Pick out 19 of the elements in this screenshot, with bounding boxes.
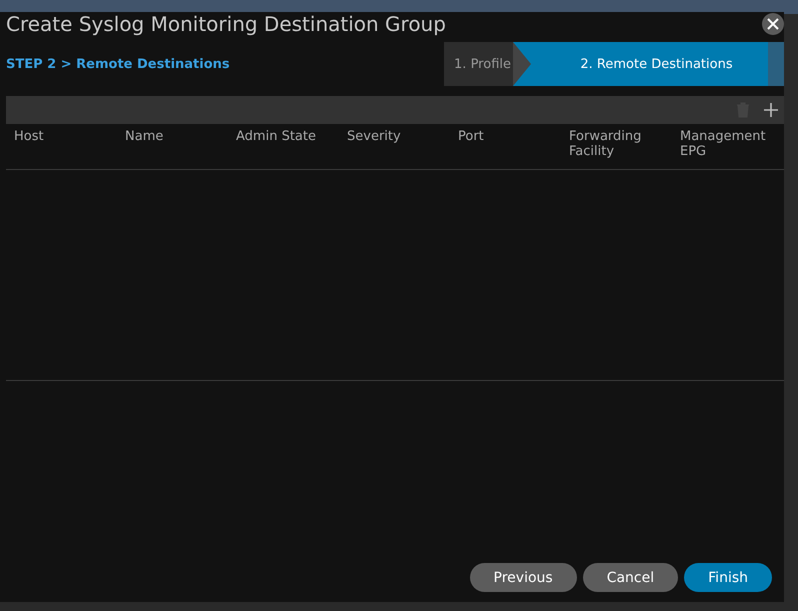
column-header[interactable]: Host [6,129,117,169]
column-header[interactable]: Forwarding Facility [561,129,672,169]
dialog-button[interactable]: Previous [470,563,577,592]
finish-button[interactable]: Finish [684,563,772,592]
dialog-button[interactable]: Cancel [582,563,678,592]
step-arrow-icon [513,42,531,86]
close-button[interactable] [762,13,784,35]
step-bar-end [768,42,784,86]
dialog-title: Create Syslog Monitoring Destination Group [6,12,446,36]
wizard-step[interactable]: 1. Profile [444,42,513,86]
step-breadcrumb: STEP 2 > Remote Destinations [5,56,230,72]
add-icon[interactable] [764,103,778,117]
column-header[interactable]: Severity [339,129,450,169]
wizard-step[interactable]: 2. Remote Destinations [531,42,768,86]
column-header[interactable]: Admin State [228,129,339,169]
close-icon [767,18,779,30]
column-header[interactable]: Management EPG [672,129,783,169]
column-header[interactable]: Port [450,129,561,169]
column-header[interactable]: Name [117,129,228,169]
